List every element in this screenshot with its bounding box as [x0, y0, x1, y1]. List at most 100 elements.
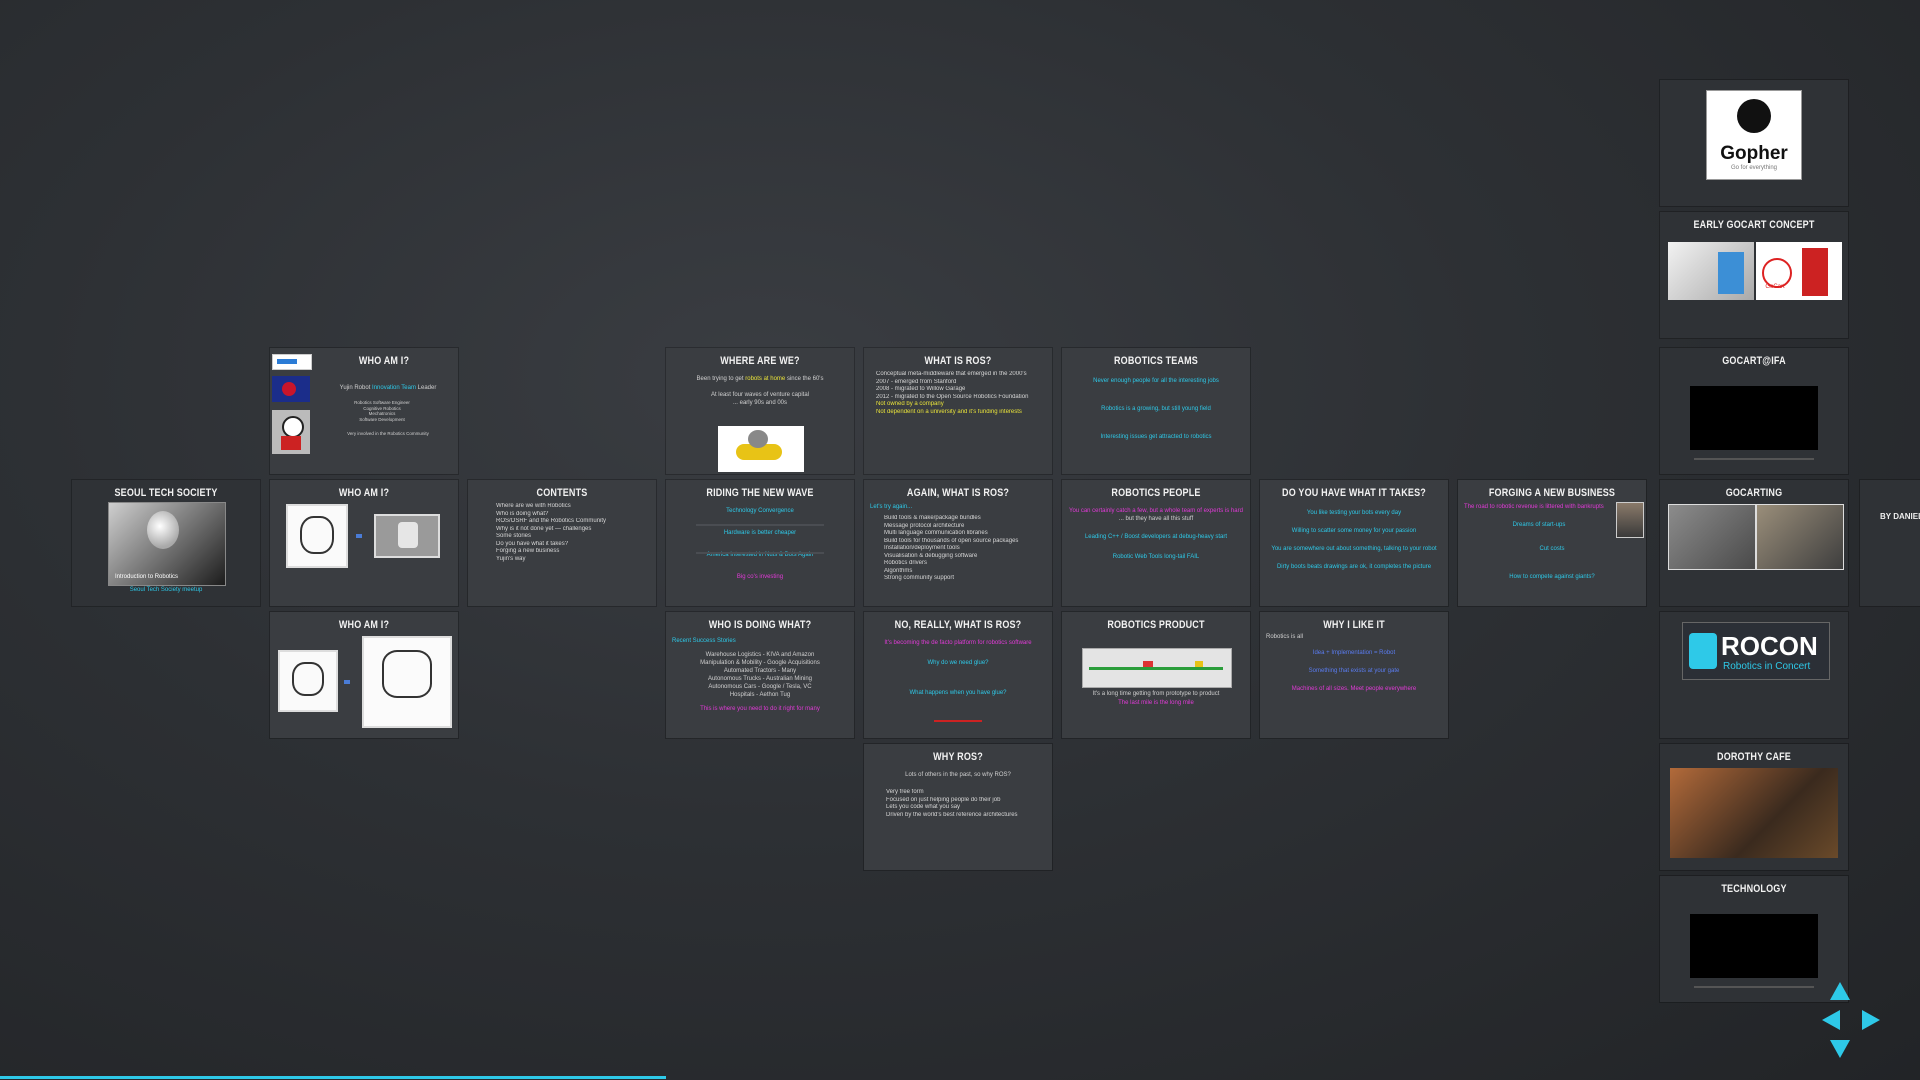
- frame-why-i-like-it[interactable]: WHY I LIKE IT Robotics is all Idea + Imp…: [1260, 612, 1448, 738]
- frame-title: FORGING A NEW BUSINESS: [1488, 487, 1616, 499]
- frame-rocon[interactable]: ROCON Robotics in Concert: [1660, 612, 1848, 738]
- prezi-canvas[interactable]: SEOUL TECH SOCIETY Introduction to Robot…: [0, 0, 1920, 1080]
- like-line-1: Idea + Implementation = Robot: [1312, 650, 1396, 656]
- frame-title: WHO IS DOING WHAT?: [708, 619, 812, 631]
- teams-line-1: Never enough people for all the interest…: [1093, 378, 1219, 384]
- frame-gocart-at-ifa[interactable]: GOCART@IFA: [1660, 348, 1848, 474]
- sketch-image: [286, 504, 348, 568]
- frame-robotics-people[interactable]: ROBOTICS PEOPLE You can certainly catch …: [1062, 480, 1250, 606]
- arrow-right-icon[interactable]: [1862, 1010, 1880, 1030]
- role-details: Robotics Software Engineer Cognitive Rob…: [354, 400, 410, 422]
- arrow-right-icon: [356, 534, 362, 538]
- forging-line-3: Cut costs: [1539, 546, 1565, 552]
- robot-avatar-icon: [272, 410, 310, 454]
- people-line-1: You can certainly catch a few, but a who…: [1069, 508, 1243, 514]
- contents-list: Where are we with Robotics Who is doing …: [488, 503, 656, 563]
- frame-where-are-we[interactable]: WHERE ARE WE? Been trying to get robots …: [666, 348, 854, 474]
- people-line-2: ... but they have all this stuff: [1118, 516, 1194, 522]
- rocon-logo: ROCON Robotics in Concert: [1682, 622, 1830, 680]
- frame-title: GOCART@IFA: [1722, 355, 1786, 367]
- riding-line-4: Big co's investing: [736, 574, 784, 580]
- frame-seoul-tech-society[interactable]: SEOUL TECH SOCIETY Introduction to Robot…: [72, 480, 260, 606]
- gopher-logo: Gopher Go for everything: [1706, 90, 1802, 180]
- gocarting-photo-1: [1668, 504, 1756, 570]
- where-line-3: ... early 90s and 00s: [732, 400, 788, 406]
- cartoon-image: [362, 636, 452, 728]
- again-ros-list: Build tools & make/package bundles Messa…: [876, 515, 1052, 583]
- frame-gocarting[interactable]: GOCARTING: [1660, 480, 1848, 606]
- frame-title: DO YOU HAVE WHAT IT TAKES?: [1282, 487, 1426, 499]
- frame-why-ros[interactable]: WHY ROS? Lots of others in the past, so …: [864, 744, 1052, 870]
- frame-forging-new-business[interactable]: FORGING A NEW BUSINESS The road to robot…: [1458, 480, 1646, 606]
- takes-line-4: Dirty boots beats drawings are ok, it co…: [1276, 564, 1432, 570]
- frame-who-am-i-3[interactable]: WHO AM I?: [270, 612, 458, 738]
- arrow-down-icon[interactable]: [1830, 1040, 1850, 1058]
- yujin-logo: [272, 354, 312, 370]
- frame-dorothy-cafe[interactable]: DOROTHY CAFE: [1660, 744, 1848, 870]
- role-line: Yujin Robot Innovation Team Leader: [339, 385, 437, 391]
- gopher-mascot-icon: [1737, 99, 1771, 133]
- product-timeline-chart: [1082, 648, 1232, 688]
- frame-robotics-teams[interactable]: ROBOTICS TEAMS Never enough people for a…: [1062, 348, 1250, 474]
- frame-author[interactable]: BY DANIEL S: [1860, 480, 1920, 606]
- frame-technology[interactable]: TECHNOLOGY: [1660, 876, 1848, 1002]
- teams-line-2: Robotics is a growing, but still young f…: [1101, 406, 1211, 412]
- doing-footer: This is where you need to do it right fo…: [700, 706, 820, 712]
- really-line-2: Why do we need glue?: [927, 660, 989, 666]
- forging-line-1: The road to robotic revenue is littered …: [1464, 504, 1604, 510]
- frame-title: EARLY GOCART CONCEPT: [1693, 219, 1815, 231]
- frame-title: RIDING THE NEW WAVE: [706, 487, 814, 499]
- frame-early-gocart-concept[interactable]: EARLY GOCART CONCEPT GoCart: [1660, 212, 1848, 338]
- video-player[interactable]: [1690, 386, 1818, 450]
- where-line-1: Been trying to get robots at home since …: [696, 376, 824, 382]
- really-line-3: What happens when you have glue?: [909, 690, 1007, 696]
- again-intro: Let's try again...: [870, 504, 913, 510]
- frame-do-you-have-what-it-takes[interactable]: DO YOU HAVE WHAT IT TAKES? You like test…: [1260, 480, 1448, 606]
- people-line-4: Robotic Web Tools long-tail FAIL: [1112, 554, 1200, 560]
- frame-again-what-is-ros[interactable]: AGAIN, WHAT IS ROS? Let's try again... B…: [864, 480, 1052, 606]
- frame-contents[interactable]: CONTENTS Where are we with Robotics Who …: [468, 480, 656, 606]
- frame-title: WHY I LIKE IT: [1323, 619, 1385, 631]
- cafe-video[interactable]: [1670, 768, 1838, 858]
- what-ros-list: Conceptual meta-middleware that emerged …: [868, 371, 1052, 416]
- frame-title: DOROTHY CAFE: [1717, 751, 1791, 763]
- sketch-image-small: [278, 650, 338, 712]
- frame-what-is-ros[interactable]: WHAT IS ROS? Conceptual meta-middleware …: [864, 348, 1052, 474]
- frame-robotics-product[interactable]: ROBOTICS PRODUCT It's a long time gettin…: [1062, 612, 1250, 738]
- gocart-robot-image: GoCart: [1756, 242, 1842, 300]
- gopher-tagline: Go for everything: [1730, 165, 1778, 171]
- frame-title: SEOUL TECH SOCIETY: [114, 487, 218, 499]
- frame-gopher[interactable]: Gopher Go for everything: [1660, 80, 1848, 206]
- robot-car-image: [718, 426, 804, 472]
- forging-line-4: How to compete against giants?: [1509, 574, 1595, 580]
- forging-line-2: Dreams of start-ups: [1512, 522, 1566, 528]
- arrow-left-icon[interactable]: [1822, 1010, 1840, 1030]
- video-progress-bar[interactable]: [1694, 458, 1814, 460]
- robot-image: [374, 514, 440, 558]
- doing-heading: Recent Success Stories: [672, 638, 736, 644]
- doing-list: Warehouse Logistics - KIVA and Amazon Ma…: [700, 652, 820, 698]
- technology-video[interactable]: [1690, 914, 1818, 978]
- author-credit: BY DANIEL S: [1880, 512, 1920, 521]
- technology-video-progress[interactable]: [1694, 986, 1814, 988]
- frame-caption: Seoul Tech Society meetup: [129, 587, 203, 593]
- frame-who-am-i-2[interactable]: WHO AM I?: [270, 480, 458, 606]
- arrow-up-icon[interactable]: [1830, 982, 1850, 1000]
- takes-line-3: You are somewhere out about something, t…: [1271, 546, 1437, 552]
- why-ros-intro: Lots of others in the past, so why ROS?: [905, 772, 1011, 778]
- rocon-tagline: Robotics in Concert: [1723, 661, 1811, 672]
- rocon-robot-icon: [1689, 633, 1717, 669]
- frame-riding-new-wave[interactable]: RIDING THE NEW WAVE Technology Convergen…: [666, 480, 854, 606]
- frame-no-really-what-is-ros[interactable]: NO, REALLY, WHAT IS ROS? It's becoming t…: [864, 612, 1052, 738]
- teams-line-3: Interesting issues get attracted to robo…: [1100, 434, 1212, 440]
- frame-title: WHAT IS ROS?: [924, 355, 992, 367]
- frame-title: WHO AM I?: [338, 619, 390, 631]
- frame-title: WHO AM I?: [338, 487, 390, 499]
- frame-title: AGAIN, WHAT IS ROS?: [906, 487, 1010, 499]
- frame-title: ROBOTICS PRODUCT: [1107, 619, 1205, 631]
- product-line-2: The last mile is the long mile: [1118, 700, 1194, 706]
- gopher-wordmark: Gopher: [1720, 143, 1788, 164]
- arrow-right-icon: [344, 680, 350, 684]
- frame-who-am-i-1[interactable]: WHO AM I? Yujin Robot Innovation Team Le…: [270, 348, 458, 474]
- frame-who-is-doing-what[interactable]: WHO IS DOING WHAT? Recent Success Storie…: [666, 612, 854, 738]
